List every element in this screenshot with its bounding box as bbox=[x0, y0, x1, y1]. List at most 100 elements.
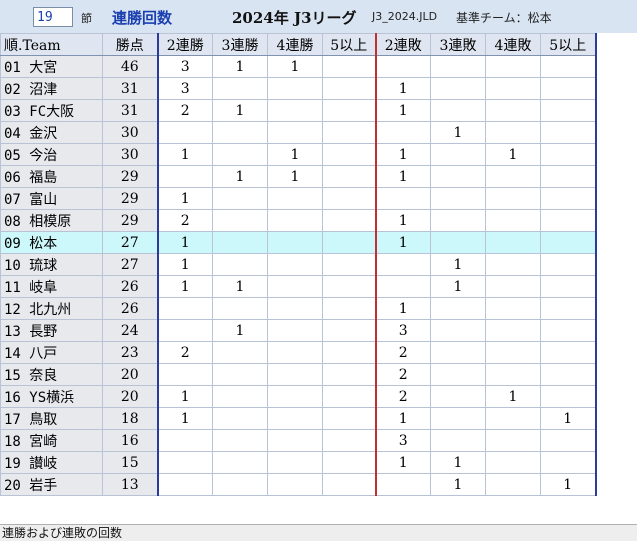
streak-cell: 1 bbox=[430, 121, 486, 144]
points-cell: 27 bbox=[102, 231, 158, 254]
table-row[interactable]: 11 岐阜 26 1 1 1 bbox=[0, 275, 597, 298]
table-row[interactable]: 18 宮崎 16 3 bbox=[0, 429, 597, 452]
file-name: J3_2024.JLD bbox=[372, 10, 438, 23]
column-header[interactable]: 3連敗 bbox=[430, 33, 486, 56]
streak-cell bbox=[430, 231, 486, 254]
streak-cell: 1 bbox=[156, 253, 213, 276]
streak-table: 順.Team 勝点 2連勝 3連勝 4連勝 5以上 2連敗 3連敗 4連敗 5以上 01 大宮 46… bbox=[0, 33, 597, 496]
streak-cell bbox=[540, 253, 597, 276]
streak-cell bbox=[540, 77, 597, 100]
streak-cell bbox=[212, 231, 268, 254]
table-row[interactable]: 04 金沢 30 1 bbox=[0, 121, 597, 144]
points-cell: 27 bbox=[102, 253, 158, 276]
points-cell: 15 bbox=[102, 451, 158, 474]
streak-cell bbox=[430, 407, 486, 430]
column-header[interactable]: 勝点 bbox=[102, 33, 158, 56]
streak-cell bbox=[267, 253, 323, 276]
status-text: 連勝および連敗の回数 bbox=[2, 526, 123, 540]
column-header[interactable]: 2連勝 bbox=[156, 33, 213, 56]
streak-cell bbox=[212, 363, 268, 386]
streak-cell: 2 bbox=[156, 341, 213, 364]
streak-cell bbox=[267, 121, 323, 144]
table-row[interactable]: 08 相模原 29 2 1 bbox=[0, 209, 597, 232]
table-row[interactable]: 02 沼津 31 3 1 bbox=[0, 77, 597, 100]
column-header[interactable]: 4連敗 bbox=[485, 33, 541, 56]
table-row[interactable]: 01 大宮 46 3 1 1 bbox=[0, 55, 597, 78]
team-cell: 06 福島 bbox=[0, 165, 103, 188]
view-title[interactable]: 連勝回数 bbox=[112, 7, 172, 28]
streak-cell bbox=[212, 187, 268, 210]
column-header[interactable]: 5以上 bbox=[540, 33, 597, 56]
streak-cell bbox=[267, 297, 323, 320]
streak-cell: 1 bbox=[156, 187, 213, 210]
points-cell: 29 bbox=[102, 165, 158, 188]
table-row[interactable]: 10 琉球 27 1 1 bbox=[0, 253, 597, 276]
streak-cell bbox=[267, 385, 323, 408]
table-row[interactable]: 03 FC大阪 31 2 1 1 bbox=[0, 99, 597, 122]
streak-cell: 1 bbox=[430, 451, 486, 474]
streak-cell bbox=[540, 99, 597, 122]
streak-cell bbox=[156, 363, 213, 386]
streak-cell bbox=[156, 451, 213, 474]
team-cell: 03 FC大阪 bbox=[0, 99, 103, 122]
points-cell: 31 bbox=[102, 99, 158, 122]
streak-cell bbox=[322, 231, 376, 254]
table-row[interactable]: 06 福島 29 1 1 1 bbox=[0, 165, 597, 188]
streak-cell bbox=[540, 231, 597, 254]
table-row[interactable]: 13 長野 24 1 3 bbox=[0, 319, 597, 342]
toolbar: 節 連勝回数 2024年 J3リーグ J3_2024.JLD 基準チーム：松本 bbox=[0, 0, 637, 33]
streak-cell bbox=[485, 187, 541, 210]
streak-cell bbox=[540, 165, 597, 188]
points-cell: 20 bbox=[102, 385, 158, 408]
team-cell: 18 宮崎 bbox=[0, 429, 103, 452]
column-header[interactable]: 順.Team bbox=[0, 33, 103, 56]
streak-cell bbox=[267, 231, 323, 254]
streak-cell: 2 bbox=[156, 99, 213, 122]
points-cell: 26 bbox=[102, 275, 158, 298]
table-row[interactable]: 09 松本 27 1 1 bbox=[0, 231, 597, 254]
column-header[interactable]: 4連勝 bbox=[267, 33, 323, 56]
column-header[interactable]: 5以上 bbox=[322, 33, 376, 56]
points-cell: 30 bbox=[102, 143, 158, 166]
streak-cell: 1 bbox=[156, 143, 213, 166]
points-cell: 30 bbox=[102, 121, 158, 144]
streak-cell bbox=[212, 407, 268, 430]
table-row[interactable]: 14 八戸 23 2 2 bbox=[0, 341, 597, 364]
table-row[interactable]: 17 鳥取 18 1 1 1 bbox=[0, 407, 597, 430]
streak-cell bbox=[430, 341, 486, 364]
streak-cell bbox=[485, 209, 541, 232]
streak-cell: 3 bbox=[374, 319, 431, 342]
streak-cell: 1 bbox=[212, 55, 268, 78]
column-header[interactable]: 3連勝 bbox=[212, 33, 268, 56]
streak-cell bbox=[540, 385, 597, 408]
table-row[interactable]: 19 讃岐 15 1 1 bbox=[0, 451, 597, 474]
streak-cell bbox=[540, 209, 597, 232]
streak-cell bbox=[212, 121, 268, 144]
table-row[interactable]: 05 今治 30 1 1 1 1 bbox=[0, 143, 597, 166]
streak-cell bbox=[540, 429, 597, 452]
streak-cell bbox=[374, 253, 431, 276]
streak-cell bbox=[322, 451, 376, 474]
streak-cell bbox=[374, 55, 431, 78]
points-cell: 26 bbox=[102, 297, 158, 320]
streak-cell: 1 bbox=[430, 275, 486, 298]
column-header[interactable]: 2連敗 bbox=[374, 33, 431, 56]
table-row[interactable]: 20 岩手 13 1 1 bbox=[0, 473, 597, 496]
streak-cell bbox=[322, 55, 376, 78]
streak-cell: 1 bbox=[156, 231, 213, 254]
streak-cell bbox=[322, 275, 376, 298]
table-row[interactable]: 12 北九州 26 1 bbox=[0, 297, 597, 320]
table-row[interactable]: 15 奈良 20 2 bbox=[0, 363, 597, 386]
team-cell: 19 讃岐 bbox=[0, 451, 103, 474]
streak-cell: 1 bbox=[267, 143, 323, 166]
streak-cell: 1 bbox=[212, 99, 268, 122]
points-cell: 16 bbox=[102, 429, 158, 452]
round-input[interactable] bbox=[33, 7, 73, 27]
streak-cell bbox=[322, 209, 376, 232]
streak-cell bbox=[267, 209, 323, 232]
table-row[interactable]: 16 YS横浜 20 1 2 1 bbox=[0, 385, 597, 408]
team-cell: 20 岩手 bbox=[0, 473, 103, 496]
streak-cell bbox=[322, 319, 376, 342]
streak-cell bbox=[485, 231, 541, 254]
table-row[interactable]: 07 富山 29 1 bbox=[0, 187, 597, 210]
